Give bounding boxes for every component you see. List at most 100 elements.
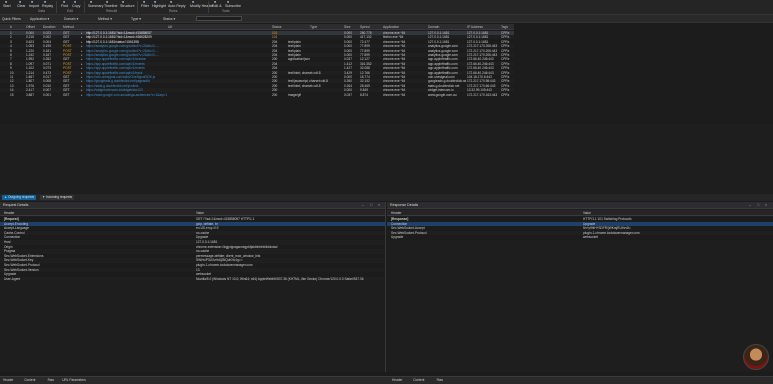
tab-content[interactable]: Content (24, 378, 35, 383)
cell-ip: 172.217.170.66:443 (467, 83, 496, 88)
filter-dropdown[interactable]: Status ▾ (163, 17, 175, 21)
filter-dropdown[interactable]: Type ▾ (131, 17, 141, 21)
ribbon-button[interactable]: Filter (141, 4, 149, 8)
table-row[interactable]: 13 1.976 0.010 GET https://stats.g.doublecli… (0, 83, 514, 88)
ribbon-button[interactable]: Structure (120, 4, 135, 8)
cell-speed: 72.477 (360, 39, 370, 44)
ribbon-button[interactable]: Auto Reply (168, 4, 186, 8)
table-row[interactable]: 9 1.102 0.073 POST https://app.appleftraffic… (0, 66, 514, 71)
tab-outgoing-requests[interactable]: ▲ Outgoing requests (2, 195, 37, 200)
ribbon-button[interactable]: Subscribe (225, 4, 241, 8)
cell-dur: 0.167 (43, 53, 51, 57)
column-header[interactable]: # (10, 25, 12, 29)
ribbon-button[interactable]: Replay (42, 4, 53, 8)
table-row[interactable]: 4 1.053 0.195 POST https://analytics.google.… (0, 44, 514, 49)
tab-content[interactable]: Content (413, 378, 424, 383)
cell-tags: CPRx (501, 44, 510, 49)
minimize-icon[interactable]: – (749, 203, 751, 207)
cell-dur: 0.181 (43, 48, 51, 53)
table-row[interactable]: 3 0.623 0.004 GET http://127.0.0.1:1681/stat… (0, 39, 514, 44)
ribbon-button[interactable]: Start (3, 4, 11, 8)
column-header[interactable]: Domain (428, 25, 439, 29)
ribbon-button[interactable]: Clear (17, 4, 26, 8)
close-icon[interactable]: × (378, 203, 380, 207)
cell-domain: www.google.com.au (428, 92, 457, 97)
tab-incoming-requests[interactable]: ▼ Incoming requests (40, 195, 75, 200)
table-row[interactable]: 8 1.097 0.071 POST https://app.appleftraffic… (0, 61, 514, 66)
cell-app: chrome.exe *64 (383, 57, 406, 62)
table-row[interactable]: 5 1.220 0.181 POST https://analytics.google.… (0, 48, 514, 53)
ribbon-button[interactable]: Import (29, 4, 39, 8)
tab-header[interactable]: Header (3, 378, 13, 383)
ribbon-button[interactable]: Highlight (152, 4, 166, 8)
filter-dropdown[interactable]: Application ▾ (30, 17, 49, 21)
ribbon-button[interactable]: Modify Header (190, 4, 213, 8)
tab-url-parameters[interactable]: URL Parameters (62, 378, 86, 383)
cell-size: 0.000 (344, 44, 352, 49)
table-row[interactable]: 2 0.216 0.002 GET http://127.0.0.1:1681/?isd… (0, 35, 514, 40)
filter-dropdown[interactable]: Quick Filters (2, 17, 21, 21)
cell-num: 7 (10, 57, 12, 62)
ribbon-button[interactable]: Summary (88, 4, 103, 8)
column-header[interactable]: Status (272, 25, 281, 29)
cell-offset: 1.976 (26, 83, 34, 88)
column-header[interactable]: Url (168, 25, 172, 29)
column-header[interactable]: Application (383, 25, 399, 29)
cell-status: 200 (272, 79, 278, 84)
search-input[interactable] (196, 16, 242, 21)
cell-method: POST (63, 61, 72, 66)
cell-domain: analytics.google.com (428, 44, 458, 49)
ribbon-section-label: Data (38, 9, 45, 13)
table-row[interactable]: 7 1.992 0.262 GET https://app.appleftraffic.… (0, 57, 514, 62)
column-header[interactable]: Tags (501, 25, 508, 29)
cell-status: 200 (272, 88, 278, 93)
ribbon-button[interactable]: Timeline (104, 4, 117, 8)
ribbon-button[interactable]: Edit & (212, 4, 222, 8)
table-row[interactable]: 14 2.417 0.007 GET https://widget.intercom.i… (0, 88, 514, 93)
cell-dur: 0.017 (43, 75, 51, 79)
lock-icon: ▸ (81, 92, 83, 97)
table-row[interactable]: 10 1.214 0.473 POST https://app.appleftraffi… (0, 70, 514, 75)
cell-status: 200 (272, 92, 278, 97)
column-header[interactable]: Method (63, 25, 74, 29)
cell-tags: CPRx (501, 92, 510, 97)
table-row[interactable]: 1 0.000 0.023 GET http://127.0.0.1:1681/?isd… (0, 31, 514, 35)
tab-raw[interactable]: Raw (48, 378, 54, 383)
header-row[interactable]: Upgrade websocket (387, 235, 773, 240)
cell-dur: 0.004 (43, 39, 51, 44)
cell-size: 0.264 (344, 83, 352, 88)
response-details-panel: Response Details – □ × Header Value [Res… (387, 202, 773, 372)
maximize-icon[interactable]: □ (757, 203, 759, 207)
column-header[interactable]: Offset (26, 25, 35, 29)
cell-ip: 127.0.0.1:1681 (467, 39, 489, 44)
cell-offset: 1.214 (26, 70, 34, 75)
maximize-icon[interactable]: □ (370, 203, 372, 207)
column-header[interactable]: Speed (360, 25, 370, 29)
table-row[interactable]: 6 1.242 0.167 POST https://analytics.google.… (0, 53, 514, 57)
table-row[interactable]: 11 1.667 0.017 GET https://cdn.onesignal.com… (0, 75, 514, 79)
filter-dropdown[interactable]: Domain ▾ (64, 17, 78, 21)
minimize-icon[interactable]: – (362, 203, 364, 207)
lock-icon: ▸ (81, 75, 83, 79)
ribbon-button[interactable]: Find (61, 4, 68, 8)
ribbon-button[interactable]: Copy (72, 4, 80, 8)
column-header[interactable]: IP Address (467, 25, 483, 29)
filter-dropdown[interactable]: Method ▾ (98, 17, 112, 21)
cell-status: 101 (272, 31, 278, 35)
header-row[interactable]: User-Agent Mozilla/5.0 (Windows NT 10.0; … (0, 276, 385, 282)
cell-num: 5 (10, 48, 12, 53)
column-header[interactable]: Type (310, 25, 317, 29)
cell-status: 204 (272, 48, 278, 53)
table-row[interactable]: 15 3.887 0.001 GET https://www.google.com.au… (0, 92, 514, 97)
cell-num: 4 (10, 44, 12, 49)
table-row[interactable]: 12 1.807 0.008 GET https://googleads.g.doubl… (0, 79, 514, 84)
close-icon[interactable]: × (765, 203, 767, 207)
cell-url: https://app.appleftraffic.com/api/v1/eve… (86, 66, 145, 71)
cell-size: 0.000 (344, 35, 352, 40)
column-header[interactable]: Duration (43, 25, 55, 29)
column-header[interactable]: Size (344, 25, 350, 29)
tab-raw[interactable]: Raw (437, 378, 443, 383)
cell-tags: CPRx (501, 53, 510, 57)
tab-header[interactable]: Header (392, 378, 402, 383)
cell-domain: widget.intercom.io (428, 88, 454, 93)
